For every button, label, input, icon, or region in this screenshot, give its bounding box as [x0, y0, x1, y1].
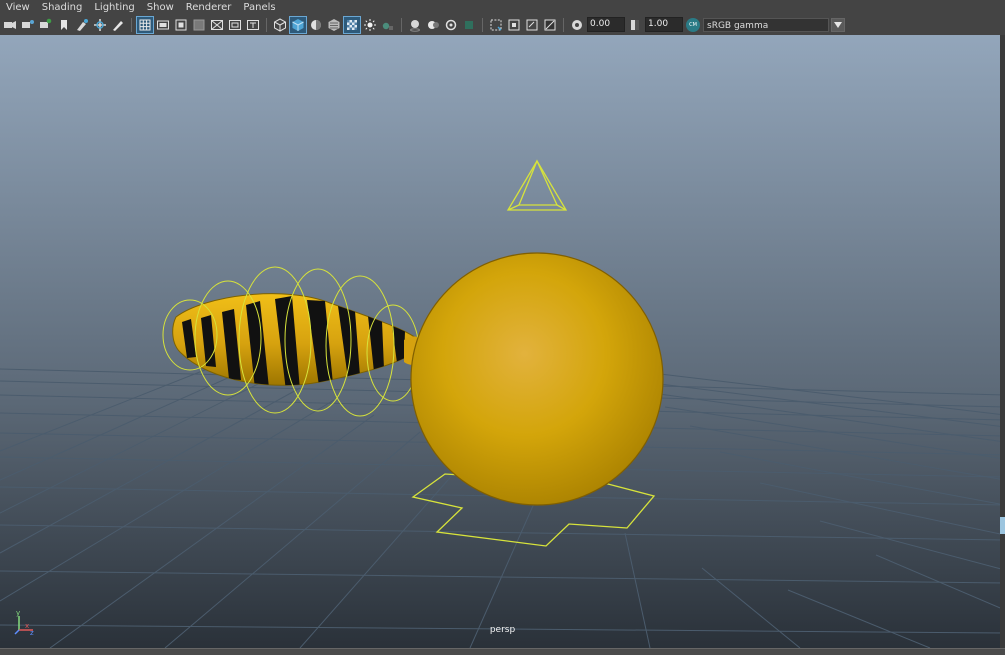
smooth-shade-icon[interactable]: [289, 15, 307, 34]
image-plane-icon[interactable]: [56, 17, 72, 33]
grease-pencil-icon[interactable]: [92, 17, 108, 33]
motion-blur-icon[interactable]: [407, 17, 423, 33]
field-chart-icon[interactable]: [209, 17, 225, 33]
safe-title-icon[interactable]: [245, 17, 261, 33]
xray-icon[interactable]: [488, 17, 504, 33]
screen-space-ao-icon[interactable]: [380, 17, 396, 33]
camera-attributes-icon[interactable]: [20, 17, 36, 33]
axis-x-label: x: [25, 622, 29, 630]
camera-icon[interactable]: [2, 17, 18, 33]
menu-panels[interactable]: Panels: [237, 0, 281, 15]
shadows-icon[interactable]: [362, 17, 378, 33]
exposure-field[interactable]: [587, 17, 625, 32]
scrollbar-thumb[interactable]: [1000, 517, 1005, 534]
panel-menubar: View Shading Lighting Show Renderer Pane…: [0, 0, 1005, 15]
film-gate-icon[interactable]: [155, 17, 171, 33]
menu-lighting[interactable]: Lighting: [88, 0, 140, 15]
gamma-icon[interactable]: [627, 17, 643, 33]
wireframe-icon[interactable]: [272, 17, 288, 33]
default-material-icon[interactable]: [308, 17, 324, 33]
menu-shading[interactable]: Shading: [36, 0, 89, 15]
right-scrollbar[interactable]: [1000, 35, 1005, 648]
viewport-canvas[interactable]: [0, 35, 1005, 648]
pencil-icon[interactable]: [110, 17, 126, 33]
xray-components-icon[interactable]: [524, 17, 540, 33]
toolbar-separator: [131, 17, 132, 32]
2d-pan-zoom-icon[interactable]: [74, 17, 90, 33]
gate-mask-icon[interactable]: [191, 17, 207, 33]
maya-viewport-window: View Shading Lighting Show Renderer Pane…: [0, 0, 1005, 655]
menu-view[interactable]: View: [0, 0, 36, 15]
gamma-field[interactable]: [645, 17, 683, 32]
axis-y-label: y: [16, 609, 20, 617]
toolbar-separator: [563, 17, 564, 32]
bee-head-sphere: [410, 252, 664, 506]
color-space-select[interactable]: sRGB gamma: [703, 17, 829, 32]
bookmark-icon[interactable]: [38, 17, 54, 33]
toolbar-separator: [401, 17, 402, 32]
menu-renderer[interactable]: Renderer: [180, 0, 238, 15]
safe-action-icon[interactable]: [227, 17, 243, 33]
perspective-viewport[interactable]: persp y x z: [0, 35, 1005, 648]
color-management-icon[interactable]: CM: [685, 17, 701, 33]
panel-toolbar: CM sRGB gamma: [0, 15, 1005, 34]
toolbar-separator: [266, 17, 267, 32]
axis-z-label: z: [30, 629, 34, 636]
isolate-select-icon[interactable]: [461, 17, 477, 33]
toolbar-separator: [482, 17, 483, 32]
exposure-icon[interactable]: [569, 17, 585, 33]
resolution-gate-icon[interactable]: [173, 17, 189, 33]
backface-culling-icon[interactable]: [542, 17, 558, 33]
xray-joints-icon[interactable]: [506, 17, 522, 33]
textured-icon[interactable]: [326, 17, 342, 33]
use-all-lights-icon[interactable]: [343, 15, 361, 34]
depth-of-field-icon[interactable]: [443, 17, 459, 33]
bottom-status-strip: [0, 648, 1005, 655]
grid-icon[interactable]: [136, 15, 154, 34]
axis-z-icon: [14, 629, 20, 635]
menu-show[interactable]: Show: [141, 0, 180, 15]
multisample-aa-icon[interactable]: [425, 17, 441, 33]
color-management-badge: CM: [686, 17, 700, 32]
axis-indicator: y x z: [14, 609, 34, 636]
dropdown-arrow-icon[interactable]: [831, 17, 845, 32]
